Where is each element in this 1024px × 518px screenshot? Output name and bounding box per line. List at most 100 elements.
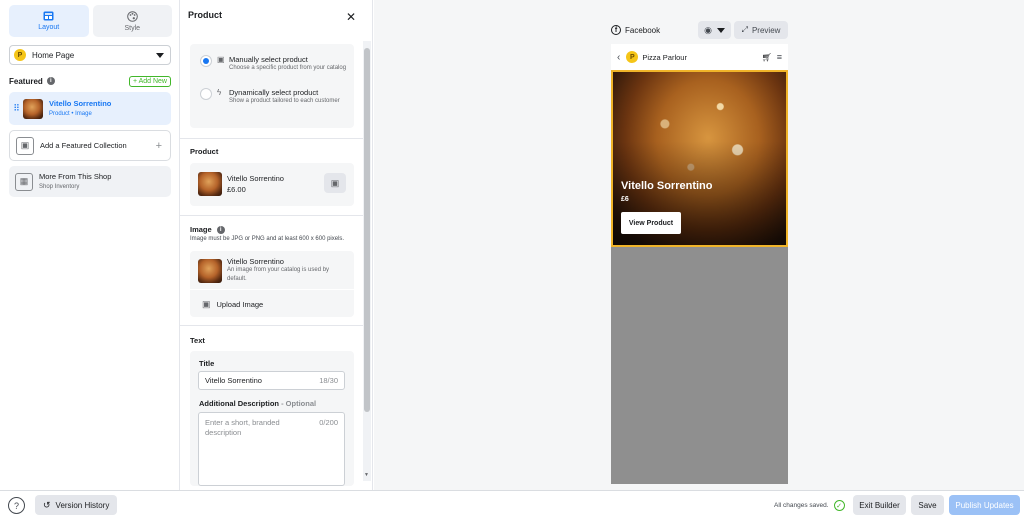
add-collection-label: Add a Featured Collection (40, 140, 127, 150)
exit-builder-button[interactable]: Exit Builder (853, 495, 906, 515)
tab-style[interactable]: Style (92, 5, 172, 37)
shop-badge: P (626, 51, 639, 63)
change-product-button[interactable]: ▣ (324, 173, 346, 193)
tab-layout[interactable]: Layout (9, 5, 89, 37)
upload-image-icon: ▣ (202, 299, 211, 309)
add-new-button[interactable]: + Add New (128, 75, 171, 87)
image-thumbnail (198, 259, 222, 283)
featured-item-subtitle: Product • Image (49, 110, 92, 117)
version-history-button[interactable]: ↺ Version History (35, 495, 118, 515)
divider (180, 138, 363, 139)
radio-dynamic[interactable] (200, 88, 212, 100)
expand-icon: ⤢ (741, 25, 748, 34)
product-thumbnail (23, 98, 43, 119)
check-icon: ✓ (833, 500, 845, 511)
hero-price: £6 (621, 196, 629, 203)
back-icon[interactable]: ‹ (617, 52, 620, 63)
upload-image-label: Upload Image (216, 300, 264, 309)
featured-item-title: Vitello Sorrentino (49, 98, 112, 108)
drag-handle-icon[interactable]: ⠿ (9, 103, 23, 114)
featured-header: Featured i + Add New (9, 75, 171, 87)
publish-updates-button[interactable]: Publish Updates (949, 495, 1020, 515)
featured-item-product[interactable]: ⠿ Vitello Sorrentino Product • Image (9, 92, 171, 125)
plus-icon[interactable]: + (156, 140, 162, 152)
option-dynamic-desc: Show a product tailored to each customer (229, 98, 340, 104)
text-section-heading: Text (190, 336, 205, 345)
view-product-button[interactable]: View Product (621, 212, 681, 234)
add-featured-collection[interactable]: ▣ Add a Featured Collection + (9, 130, 171, 161)
save-status: All changes saved. ✓ (774, 500, 845, 511)
text-fields-box: Title Vitello Sorrentino 18/30 Additiona… (190, 351, 354, 486)
grid-icon: ▦ (15, 172, 33, 191)
image-name: Vitello Sorrentino (227, 257, 284, 266)
page-select[interactable]: P Home Page (9, 45, 171, 65)
upload-image-button[interactable]: ▣ Upload Image (202, 299, 263, 310)
title-input-value: Vitello Sorrentino (205, 376, 262, 385)
chevron-down-icon (716, 27, 725, 33)
description-placeholder: Enter a short, branded description (205, 418, 280, 437)
mode-tabs: Layout Style (9, 5, 172, 37)
phone-preview: ‹ P Pizza Parlour 🛒︎ ≡ Vitello Sorrentin… (611, 44, 788, 484)
product-picker: Vitello Sorrentino £6.00 ▣ (190, 163, 354, 206)
menu-icon[interactable]: ≡ (777, 52, 782, 62)
page-badge: P (14, 49, 26, 61)
title-char-count: 18/30 (319, 376, 338, 385)
eye-icon: ◉ (704, 24, 712, 35)
close-icon[interactable]: ✕ (346, 11, 356, 23)
option-manual[interactable]: ▣ Manually select product Choose a speci… (200, 55, 350, 72)
image-picker: Vitello Sorrentino An image from your ca… (190, 251, 354, 317)
history-icon: ↺ (43, 499, 51, 510)
layout-icon (43, 11, 54, 21)
product-panel: Product ✕ ▣ Manually select product Choo… (180, 0, 373, 490)
option-manual-title: Manually select product (229, 55, 308, 64)
divider (190, 289, 354, 290)
chevron-down-icon (156, 52, 164, 58)
radio-manual[interactable] (200, 55, 212, 67)
product-price: £6.00 (227, 185, 246, 194)
title-field-label: Title (199, 359, 215, 368)
preview-button[interactable]: ⤢ Preview (734, 21, 788, 39)
save-button[interactable]: Save (911, 495, 944, 515)
info-icon[interactable]: i (46, 77, 55, 85)
option-dynamic[interactable]: ϟ Dynamically select product Show a prod… (200, 88, 350, 105)
more-from-shop-subtitle: Shop Inventory (39, 183, 80, 190)
description-label: Additional Description (199, 399, 280, 408)
title-input[interactable]: Vitello Sorrentino 18/30 (198, 371, 345, 390)
option-manual-desc: Choose a specific product from your cata… (229, 65, 347, 71)
device-select-button[interactable]: ◉ (698, 21, 731, 39)
tab-layout-label: Layout (38, 24, 60, 31)
image-icon: ▣ (16, 136, 34, 155)
help-icon[interactable]: ? (8, 497, 25, 514)
footer-bar: ? ↺ Version History All changes saved. ✓… (0, 490, 1024, 518)
image-section-header: Image i (190, 225, 225, 234)
description-char-count: 0/200 (319, 418, 338, 427)
facebook-icon: f (611, 25, 621, 35)
description-textarea[interactable]: Enter a short, branded description 0/200 (198, 412, 345, 486)
cart-icon[interactable]: 🛒︎ (762, 53, 772, 62)
version-history-label: Version History (55, 500, 110, 510)
platform-label: f Facebook (611, 25, 660, 35)
optional-label: - Optional (279, 399, 317, 408)
scroll-down-icon[interactable]: ▼ (364, 472, 369, 478)
more-from-shop[interactable]: ▦ More From This Shop Shop Inventory (9, 166, 171, 197)
divider (180, 325, 363, 326)
image-section-heading: Image (190, 225, 212, 234)
panel-title: Product (188, 10, 223, 20)
featured-title: Featured (9, 76, 43, 86)
shop-name: Pizza Parlour (642, 52, 687, 62)
featured-product-hero[interactable]: Vitello Sorrentino £6 View Product (611, 70, 788, 247)
shop-header: ‹ P Pizza Parlour 🛒︎ ≡ (611, 44, 788, 70)
info-icon[interactable]: i (216, 225, 225, 234)
option-dynamic-title: Dynamically select product (229, 88, 319, 97)
left-sidebar: Layout Style P Home Page Featured i + Ad… (0, 0, 180, 490)
product-name: Vitello Sorrentino (227, 174, 284, 183)
scrollbar-thumb[interactable] (364, 48, 370, 412)
platform-name: Facebook (625, 25, 661, 35)
tab-style-label: Style (124, 24, 141, 32)
description-field-label: Additional Description - Optional (199, 399, 316, 408)
preview-label: Preview (751, 25, 781, 35)
palette-icon (126, 10, 138, 22)
hero-title: Vitello Sorrentino (621, 180, 713, 192)
selection-mode-box: ▣ Manually select product Choose a speci… (190, 44, 354, 128)
divider (180, 215, 363, 216)
